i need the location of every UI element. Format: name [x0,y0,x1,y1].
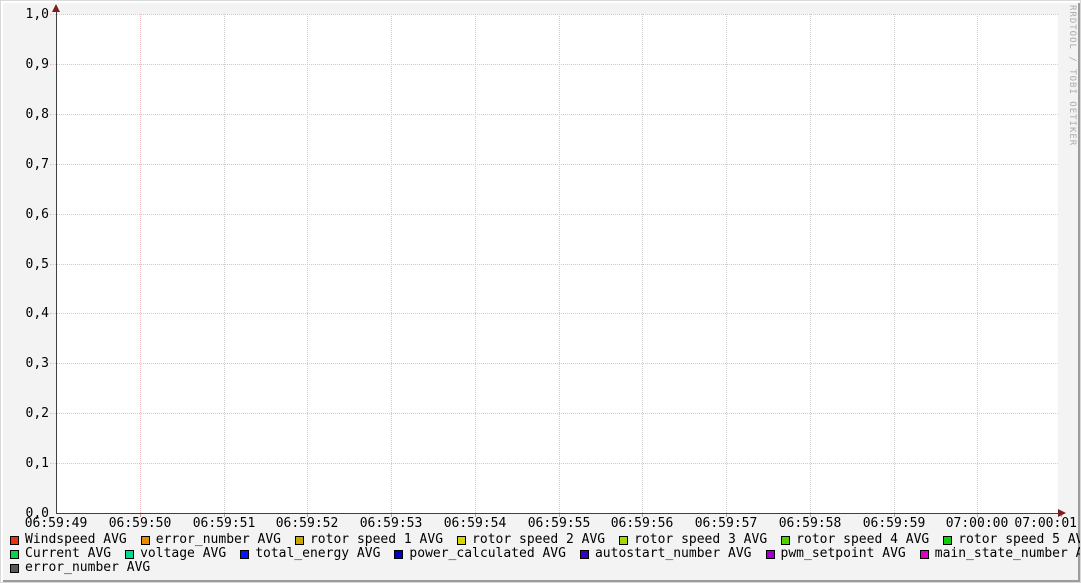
legend-row: Current AVG voltage AVG total_energy AVG po… [10,547,1076,561]
legend-item: autostart_number AVG [580,547,752,561]
rrdtool-watermark: RRDTOOL / TOBI OETIKER [1067,5,1077,146]
legend-item: pwm_setpoint AVG [766,547,906,561]
x-gridline [810,14,811,513]
x-gridline [475,14,476,513]
legend-label: rotor speed 3 AVG [634,533,767,547]
legend-item: error_number AVG [141,533,281,547]
legend-swatch-icon [240,550,249,559]
legend-swatch-icon [10,550,19,559]
y-gridline [50,114,1058,115]
x-gridline [307,14,308,513]
legend-label: rotor speed 1 AVG [310,533,443,547]
legend-item: main_state_number AVG [920,547,1081,561]
legend-item: power_calculated AVG [394,547,566,561]
x-tick-label: 06:59:59 [863,516,926,531]
legend-item: voltage AVG [125,547,226,561]
legend-label: rotor speed 2 AVG [472,533,605,547]
legend-swatch-icon [141,536,150,545]
y-gridline [50,214,1058,215]
y-gridline [50,264,1058,265]
y-gridline [50,14,1058,15]
x-gridline [391,14,392,513]
legend-swatch-icon [10,564,19,573]
y-axis-line [56,10,57,514]
legend-item: Windspeed AVG [10,533,127,547]
y-tick-label: 0,6 [1,207,49,222]
legend-swatch-icon [619,536,628,545]
x-tick-label: 06:59:58 [779,516,842,531]
x-tick-label: 06:59:50 [109,516,172,531]
y-axis-arrow-icon [52,4,60,12]
x-tick-label: 06:59:56 [611,516,674,531]
x-tick-label: 06:59:55 [528,516,591,531]
legend-swatch-icon [394,550,403,559]
legend-swatch-icon [295,536,304,545]
legend-item: rotor speed 5 AVG [943,533,1081,547]
legend-item: error_number AVG [10,561,150,575]
x-axis-arrow-icon [1058,509,1066,517]
y-gridline [50,313,1058,314]
legend-label: rotor speed 5 AVG [958,533,1081,547]
y-tick-label: 0,8 [1,107,49,122]
x-tick-label: 06:59:51 [193,516,256,531]
legend-item: Current AVG [10,547,111,561]
legend-item: total_energy AVG [240,547,380,561]
legend-label: Windspeed AVG [25,533,127,547]
y-gridline [50,64,1058,65]
y-tick-label: 0,3 [1,356,49,371]
legend-swatch-icon [920,550,929,559]
x-tick-label: 06:59:52 [276,516,339,531]
x-tick-label: 06:59:49 [25,516,88,531]
x-gridline [224,14,225,513]
y-gridline [50,164,1058,165]
y-tick-label: 0,5 [1,257,49,272]
x-axis-line [56,513,1062,514]
y-tick-label: 1,0 [1,7,49,22]
legend-label: total_energy AVG [255,547,380,561]
rrdtool-graph: 1,00,90,80,70,60,50,40,30,20,10,0 06:59:… [0,0,1081,583]
legend-label: main_state_number AVG [935,547,1081,561]
legend-label: pwm_setpoint AVG [781,547,906,561]
legend-swatch-icon [781,536,790,545]
y-gridline [50,463,1058,464]
x-tick-label: 07:00:01 [1014,516,1077,531]
x-gridline [977,14,978,513]
y-tick-label: 0,4 [1,306,49,321]
legend-label: rotor speed 4 AVG [796,533,929,547]
legend-row: Windspeed AVG error_number AVG rotor speed… [10,533,1076,547]
y-gridline [50,413,1058,414]
x-tick-label: 07:00:00 [946,516,1009,531]
legend-swatch-icon [457,536,466,545]
legend-item: rotor speed 1 AVG [295,533,443,547]
legend: Windspeed AVG error_number AVG rotor speed… [10,533,1076,575]
legend-row: error_number AVG [10,561,1076,575]
y-tick-label: 0,7 [1,157,49,172]
x-tick-label: 06:59:57 [695,516,758,531]
legend-label: voltage AVG [140,547,226,561]
legend-label: Current AVG [25,547,111,561]
x-tick-label: 06:59:53 [360,516,423,531]
legend-label: error_number AVG [25,561,150,575]
x-gridline [140,14,141,513]
legend-label: power_calculated AVG [409,547,566,561]
legend-item: rotor speed 3 AVG [619,533,767,547]
x-gridline [559,14,560,513]
y-tick-label: 0,9 [1,57,49,72]
x-gridline [726,14,727,513]
x-tick-label: 06:59:54 [444,516,507,531]
legend-swatch-icon [766,550,775,559]
legend-label: autostart_number AVG [595,547,752,561]
x-gridline [894,14,895,513]
legend-swatch-icon [125,550,134,559]
legend-swatch-icon [943,536,952,545]
legend-item: rotor speed 2 AVG [457,533,605,547]
y-tick-label: 0,1 [1,456,49,471]
y-gridline [50,363,1058,364]
y-tick-label: 0,2 [1,406,49,421]
x-gridline [642,14,643,513]
legend-swatch-icon [580,550,589,559]
legend-label: error_number AVG [156,533,281,547]
legend-item: rotor speed 4 AVG [781,533,929,547]
legend-swatch-icon [10,536,19,545]
